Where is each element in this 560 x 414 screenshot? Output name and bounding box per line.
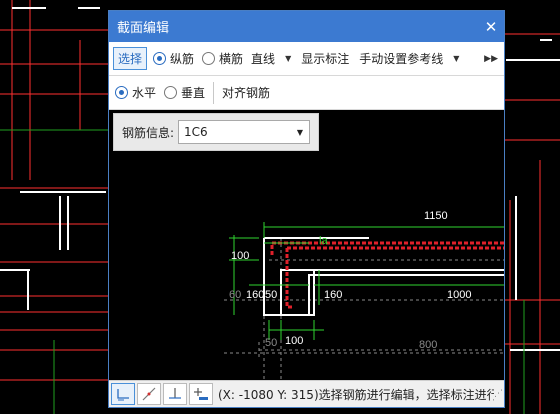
double-chevron-right-icon[interactable]: ▶▶ — [484, 54, 504, 64]
chevron-down-icon: ▼ — [296, 127, 304, 137]
resize-grip-icon[interactable]: ⋰ — [494, 389, 504, 399]
radio-vertical[interactable]: 垂直 — [164, 84, 205, 101]
chevron-down-icon: ▼ — [285, 54, 292, 63]
radio-checked-icon — [115, 86, 128, 99]
dim-50[interactable]: 50 — [265, 289, 277, 301]
dim-1150[interactable]: 1150 — [424, 210, 448, 222]
cad-workspace[interactable]: 截面编辑 ✕ 选择 纵筋 横筋 直线 ▼ 显示标注 手动设置参考线 ▼ ▶▶ 水… — [0, 0, 560, 414]
radio-unchecked-icon — [164, 86, 178, 99]
main-toolbar: 选择 纵筋 横筋 直线 ▼ 显示标注 手动设置参考线 ▼ ▶▶ — [109, 42, 504, 76]
section-canvas[interactable]: 1150 la 100 60 160 50 160 1000 50 100 80… — [109, 110, 504, 380]
status-bar: (X: -1080 Y: 315)选择钢筋进行编辑，选择标注进行 ⋰ — [109, 380, 504, 407]
corner-snap-icon[interactable] — [111, 383, 135, 405]
align-toolbar: 水平 垂直 对齐钢筋 — [109, 76, 504, 110]
radio-longitudinal-label: 纵筋 — [170, 52, 195, 66]
dim-100-bottom[interactable]: 100 — [285, 335, 303, 347]
chevron-down-icon: ▼ — [453, 54, 460, 63]
dim-100-left[interactable]: 100 — [231, 250, 249, 262]
diagonal-line-icon[interactable] — [137, 383, 161, 405]
rebar-info-dropdown[interactable]: 1C6 ▼ — [178, 120, 311, 144]
radio-longitudinal[interactable]: 纵筋 — [153, 50, 194, 67]
radio-checked-icon — [153, 52, 167, 65]
dim-60[interactable]: 60 — [229, 289, 241, 301]
radio-transverse[interactable]: 横筋 — [202, 50, 243, 67]
radio-horizontal-label: 水平 — [132, 86, 157, 100]
rebar-info-label: 钢筋信息: — [122, 125, 175, 140]
align-rebar-button[interactable]: 对齐钢筋 — [222, 84, 270, 101]
radio-unchecked-icon — [202, 52, 216, 65]
section-outline — [263, 237, 504, 316]
dialog-title: 截面编辑 — [117, 21, 170, 36]
manual-reference-label: 手动设置参考线 — [359, 52, 444, 66]
dim-800[interactable]: 800 — [419, 339, 437, 351]
rebar-info-panel: 钢筋信息: 1C6 ▼ — [113, 113, 319, 151]
dialog-titlebar[interactable]: 截面编辑 ✕ — [109, 11, 504, 42]
toolbar-separator — [213, 81, 215, 104]
status-text: (X: -1080 Y: 315)选择钢筋进行编辑，选择标注进行 — [218, 387, 494, 402]
show-dimension-button[interactable]: 显示标注 — [301, 50, 349, 67]
close-icon[interactable]: ✕ — [478, 18, 504, 36]
rebar-info-value: 1C6 — [184, 125, 208, 139]
dim-50-bottom[interactable]: 50 — [265, 337, 277, 349]
radio-horizontal[interactable]: 水平 — [115, 84, 156, 101]
dim-1000[interactable]: 1000 — [447, 289, 471, 301]
select-button[interactable]: 选择 — [113, 47, 148, 70]
dimension-lines — [229, 222, 504, 340]
add-line-icon[interactable] — [189, 383, 213, 405]
radio-transverse-label: 横筋 — [219, 52, 244, 66]
dim-la[interactable]: la — [319, 235, 328, 247]
line-mode-value: 直线 — [251, 52, 276, 66]
radio-vertical-label: 垂直 — [181, 86, 206, 100]
section-edit-dialog[interactable]: 截面编辑 ✕ 选择 纵筋 横筋 直线 ▼ 显示标注 手动设置参考线 ▼ ▶▶ 水… — [108, 10, 505, 408]
line-mode-dropdown[interactable]: 直线 ▼ — [251, 50, 291, 67]
dim-160-left[interactable]: 160 — [246, 289, 264, 301]
dim-160-right[interactable]: 160 — [324, 289, 342, 301]
perpendicular-icon[interactable] — [163, 383, 187, 405]
manual-reference-dropdown[interactable]: 手动设置参考线 ▼ — [359, 50, 459, 67]
